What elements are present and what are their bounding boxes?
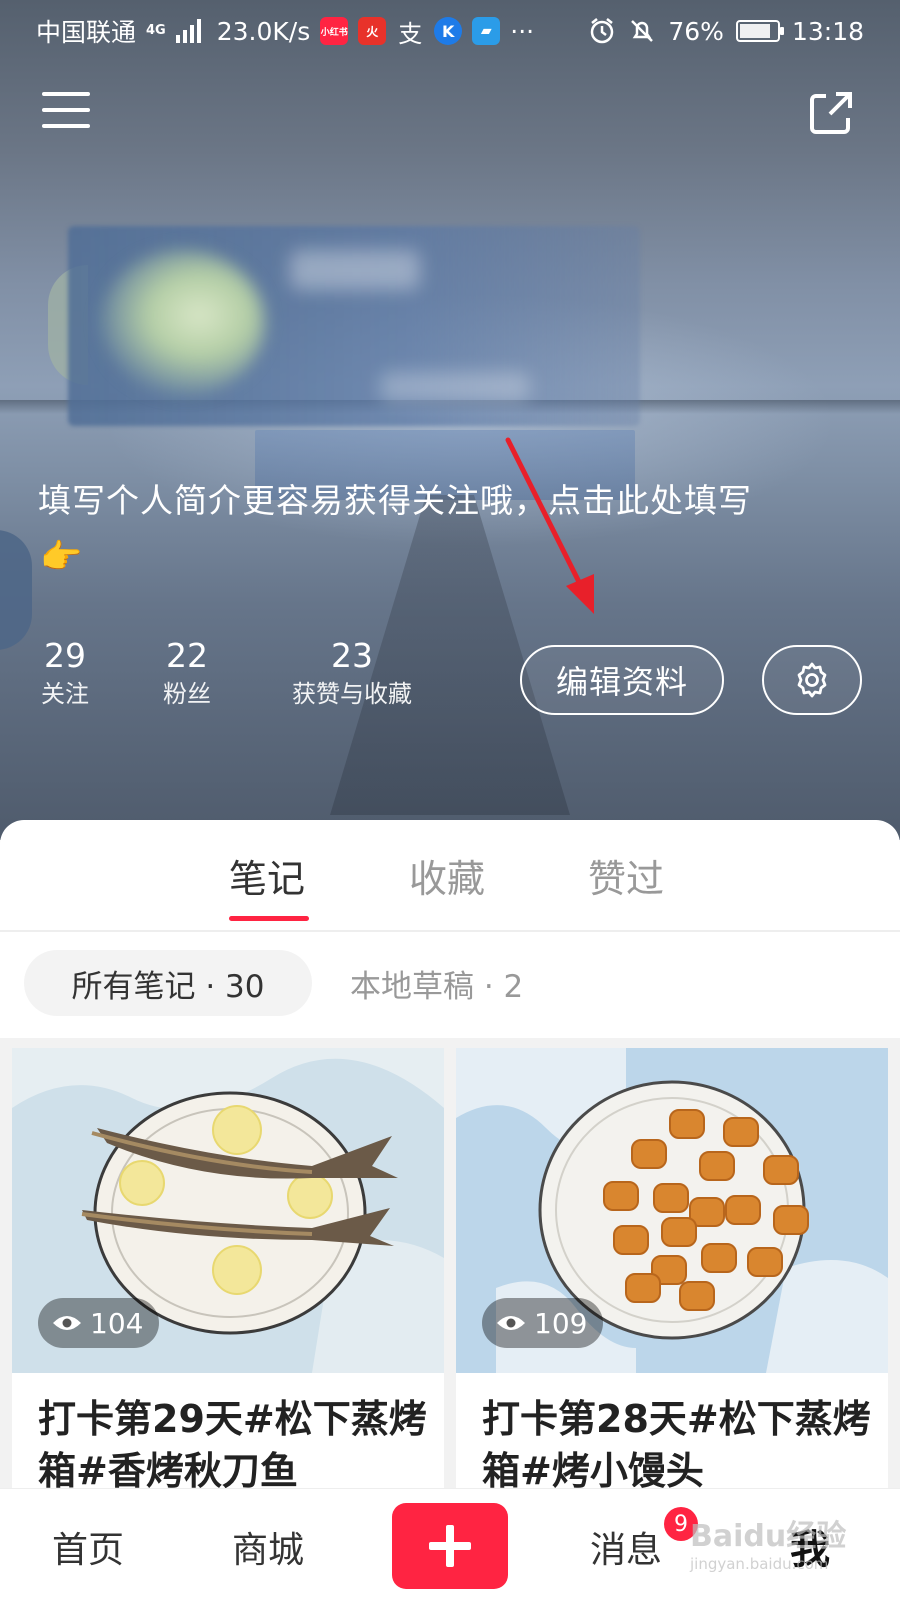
eye-icon xyxy=(53,1316,81,1330)
edit-profile-button[interactable]: 编辑资料 xyxy=(520,645,724,715)
profile-header: 中国联通 4G 23.0K/s 小红书 火 支 K ▰ ··· 76% 13:1… xyxy=(0,0,900,840)
bio-prompt[interactable]: 填写个人简介更容易获得关注哦，点击此处填写 xyxy=(38,478,838,524)
filter-local-drafts[interactable]: 本地草稿 · 2 xyxy=(350,950,523,1016)
tab-collections[interactable]: 收藏 xyxy=(409,848,485,903)
nav-messages[interactable]: 消息 xyxy=(590,1521,662,1573)
mute-bell-icon xyxy=(631,20,654,42)
network-speed: 23.0K/s xyxy=(216,16,311,46)
blurred-username xyxy=(290,250,420,290)
share-icon[interactable] xyxy=(806,88,856,138)
create-note-button[interactable] xyxy=(392,1503,508,1589)
status-bar: 中国联通 4G 23.0K/s 小红书 火 支 K ▰ ··· 76% 13:1… xyxy=(0,0,900,62)
likes-count: 23 xyxy=(331,636,373,675)
plus-icon xyxy=(429,1525,471,1567)
alarm-icon xyxy=(591,18,614,44)
network-type: 4G xyxy=(146,23,166,38)
filter-all-notes[interactable]: 所有笔记 · 30 xyxy=(24,950,312,1016)
eye-icon xyxy=(497,1316,525,1330)
battery-icon xyxy=(735,20,784,42)
following-count: 29 xyxy=(44,636,86,675)
baidu-watermark: Baidu经验 jingyan.baidu.com xyxy=(690,1511,860,1581)
note-card[interactable]: 104 打卡第29天#松下蒸烤箱#香烤秋刀鱼 xyxy=(12,1048,444,1508)
clock: 13:18 xyxy=(791,16,864,46)
view-count-value: 109 xyxy=(534,1306,588,1340)
note-title: 打卡第29天#松下蒸烤箱#香烤秋刀鱼 xyxy=(38,1397,427,1493)
following-label: 关注 xyxy=(41,680,89,708)
active-tab-indicator xyxy=(229,916,309,921)
fire-app-icon: 火 xyxy=(358,17,387,45)
view-count: 104 xyxy=(38,1298,160,1348)
alipay-icon: 支 xyxy=(398,19,423,48)
battery-percent: 76% xyxy=(668,16,724,46)
followers-count: 22 xyxy=(166,636,208,675)
watermark-url: jingyan.baidu.com xyxy=(690,1555,829,1573)
view-count: 109 xyxy=(482,1298,604,1348)
tab-notes[interactable]: 笔记 xyxy=(229,848,305,903)
view-count-value: 104 xyxy=(90,1306,144,1340)
notes-filter-bar: 所有笔记 · 30 本地草稿 · 2 xyxy=(0,934,900,1038)
note-card[interactable]: 109 打卡第28天#松下蒸烤箱#烤小馒头 xyxy=(456,1048,888,1508)
content-sheet: 笔记 收藏 赞过 所有笔记 · 30 本地草稿 · 2 104 打卡第29天#松… xyxy=(0,820,900,1600)
followers-label: 粉丝 xyxy=(163,680,211,708)
more-notifications: ··· xyxy=(510,16,535,46)
delivery-truck-icon: ▰ xyxy=(472,17,501,45)
stat-likes-collects[interactable]: 23 获赞与收藏 xyxy=(282,636,422,712)
settings-button[interactable] xyxy=(762,645,862,715)
menu-icon[interactable] xyxy=(42,92,90,132)
side-floating-bubble[interactable] xyxy=(0,530,32,650)
blurred-user-id xyxy=(380,372,530,402)
xiaohongshu-icon: 小红书 xyxy=(320,17,349,45)
stat-followers[interactable]: 22 粉丝 xyxy=(160,636,214,712)
watermark-brand: Baidu经验 xyxy=(690,1519,847,1554)
blurred-avatar xyxy=(100,250,265,395)
note-title: 打卡第28天#松下蒸烤箱#烤小馒头 xyxy=(482,1397,871,1493)
tab-liked[interactable]: 赞过 xyxy=(588,848,664,903)
likes-label: 获赞与收藏 xyxy=(292,680,412,708)
pointing-hand-icon: 👉 xyxy=(40,537,83,577)
tab-bar: 笔记 收藏 赞过 xyxy=(0,820,900,932)
nav-home[interactable]: 首页 xyxy=(52,1521,124,1573)
nav-mall[interactable]: 商城 xyxy=(232,1521,304,1573)
bottom-navigation: 首页 商城 消息 9 我 Baidu经验 jingyan.baidu.com xyxy=(0,1488,900,1600)
signal-icon xyxy=(175,19,201,43)
gear-icon xyxy=(797,662,827,698)
carrier-label: 中国联通 xyxy=(36,18,137,47)
k-app-icon: K xyxy=(434,17,463,45)
stat-following[interactable]: 29 关注 xyxy=(38,636,92,712)
